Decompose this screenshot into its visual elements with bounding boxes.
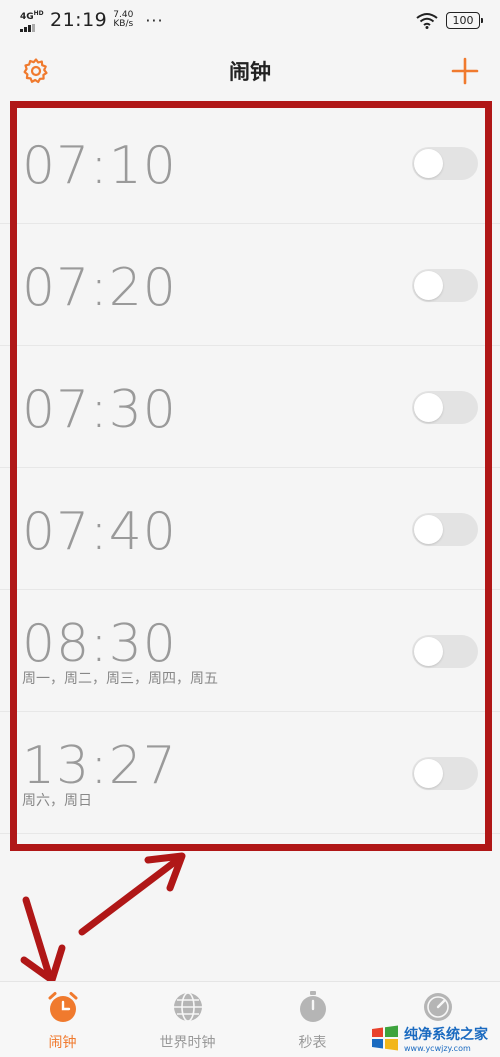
alarm-toggle[interactable]	[412, 757, 478, 790]
plus-icon[interactable]	[450, 56, 480, 86]
status-bar: 4GHD 21:19 7.40 KB/s ··· 100	[0, 0, 500, 40]
watermark-url: www.ycwjzy.com	[404, 1043, 471, 1053]
toggle-knob	[414, 515, 443, 544]
watermark-name: 纯净系统之家	[404, 1026, 488, 1043]
app-header: 闹钟	[0, 40, 500, 102]
more-notifications-icon: ···	[145, 10, 164, 30]
timer-icon	[423, 993, 452, 1021]
alarm-toggle[interactable]	[412, 513, 478, 546]
tab-label: 世界时钟	[159, 1035, 216, 1051]
network-speed: 7.40 KB/s	[113, 11, 133, 29]
alarm-item[interactable]: 07:10	[0, 102, 500, 224]
alarm-clock-icon	[48, 992, 77, 1022]
tab-label: 秒表	[298, 1035, 327, 1051]
network-sub: HD	[33, 9, 44, 17]
watermark: 纯净系统之家 www.ycwjzy.com	[370, 1020, 496, 1056]
toggle-knob	[414, 637, 443, 666]
toggle-knob	[414, 149, 443, 178]
alarm-item[interactable]: 08:30 周一，周二，周三，周四，周五	[0, 590, 500, 712]
alarm-repeat-days: 周一，周二，周三，周四，周五	[22, 671, 218, 687]
stopwatch-icon	[299, 991, 326, 1022]
alarm-item[interactable]: 07:40	[0, 468, 500, 590]
alarm-toggle[interactable]	[412, 269, 478, 302]
alarm-item[interactable]: 13:27 周六，周日	[0, 712, 500, 834]
tab-label: 闹钟	[48, 1035, 77, 1051]
toggle-knob	[414, 759, 443, 788]
alarm-time: 13:27	[22, 736, 177, 796]
tab-stopwatch[interactable]: 秒表	[250, 982, 375, 1057]
annotation-arrows	[20, 852, 186, 984]
alarm-toggle[interactable]	[412, 147, 478, 180]
page-title: 闹钟	[229, 60, 271, 84]
alarm-time: 08:30	[22, 614, 177, 674]
alarm-list: 07:10 07:20 07:30 07:40 08:30 周一，周二，周三，周…	[0, 102, 500, 834]
wifi-icon	[416, 12, 438, 29]
signal-icon	[20, 23, 46, 32]
battery-indicator: 100	[446, 11, 483, 29]
alarm-toggle[interactable]	[412, 391, 478, 424]
alarm-toggle[interactable]	[412, 635, 478, 668]
alarm-item[interactable]: 07:20	[0, 224, 500, 346]
alarm-time: 07:40	[22, 502, 177, 562]
tab-alarm[interactable]: 闹钟	[0, 982, 125, 1057]
toggle-knob	[414, 271, 443, 300]
globe-icon	[173, 992, 202, 1022]
windows-logo-icon	[372, 1025, 398, 1051]
alarm-item[interactable]: 07:30	[0, 346, 500, 468]
speed-unit: KB/s	[113, 19, 134, 29]
status-time: 21:19	[50, 9, 108, 31]
battery-level: 100	[452, 13, 474, 27]
gear-icon[interactable]	[22, 57, 50, 85]
alarm-repeat-days: 周六，周日	[22, 793, 92, 809]
toggle-knob	[414, 393, 443, 422]
alarm-time: 07:10	[22, 136, 177, 196]
tab-world-clock[interactable]: 世界时钟	[125, 982, 250, 1057]
network-type: 4G	[20, 11, 34, 22]
network-indicator: 4GHD	[20, 9, 46, 32]
alarm-time: 07:30	[22, 380, 177, 440]
alarm-time: 07:20	[22, 258, 177, 318]
